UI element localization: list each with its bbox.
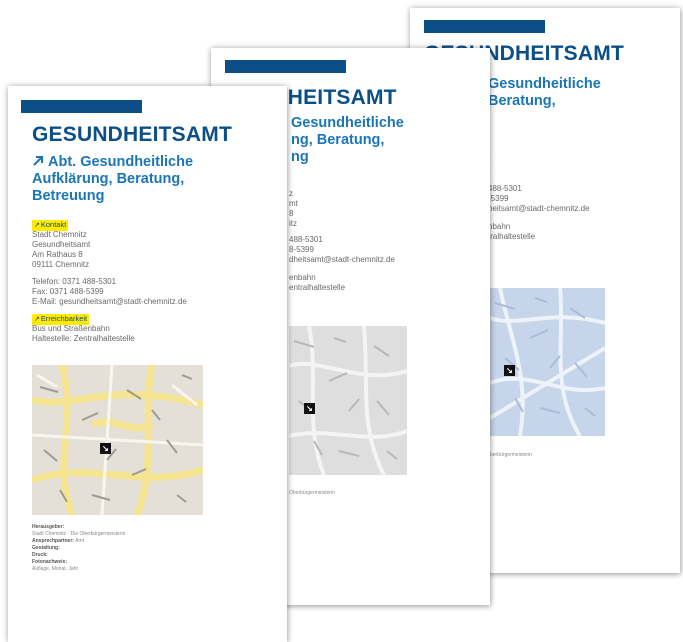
phone-line: Telefon: 0371 488-5301 <box>32 277 117 286</box>
header-bar <box>225 60 346 73</box>
header-bar <box>21 100 142 113</box>
contact-fragment: t t 488-5301 -5399 heitsamt@stadt-chemni… <box>488 152 590 241</box>
header-bar <box>424 20 545 33</box>
email-line[interactable]: E-Mail: gesundheitsamt@stadt-chemnitz.de <box>32 297 187 307</box>
map-image <box>32 365 203 515</box>
footer-fragment: Oberbürgermeisterin <box>289 490 335 496</box>
page-subtitle: Abt. Gesundheitliche Aufklärung, Beratun… <box>32 154 194 204</box>
imprint: Herausgeber: Stadt Chemnitz · Die Oberbü… <box>32 524 126 572</box>
location-map[interactable]: ↘ <box>490 288 605 436</box>
location-map[interactable]: ↘ <box>289 326 407 475</box>
map-marker-icon: ↘ <box>304 403 315 414</box>
fax-line: Fax: 0371 488-5399 <box>32 287 104 296</box>
address-line: Gesundheitsamt <box>32 240 91 249</box>
page-title: GESUNDHEITSAMT <box>32 123 232 146</box>
page-subtitle: Gesundheitliche Beratung, <box>488 76 601 109</box>
contact-block: ↗Kontakt Stadt Chemnitz Gesundheitsamt A… <box>32 220 187 344</box>
contact-fragment: z mt 8 itz 488-5301 8-5399 dheitsamt@sta… <box>289 189 395 292</box>
map-marker-icon: ↘ <box>504 365 515 376</box>
address-line: Am Rathaus 8 <box>32 250 83 259</box>
page-subtitle: Gesundheitliche ng, Beratung, ng <box>291 115 404 165</box>
access-line: Bus und Straßenbahn <box>32 324 110 333</box>
map-image <box>490 288 605 436</box>
address-line: Stadt Chemnitz <box>32 230 87 239</box>
access-line: Haltestelle: Zentralhaltestelle <box>32 334 135 343</box>
arrow-up-right-icon <box>33 156 43 166</box>
map-marker-icon: ↘ <box>100 443 111 454</box>
location-map[interactable]: ↘ <box>32 365 203 515</box>
brochure-page-front: GESUNDHEITSAMT Abt. Gesundheitliche Aufk… <box>8 86 287 642</box>
address-line: 09111 Chemnitz <box>32 260 90 269</box>
map-image <box>289 326 407 475</box>
footer-fragment: berbürgermeisterin <box>490 452 532 458</box>
